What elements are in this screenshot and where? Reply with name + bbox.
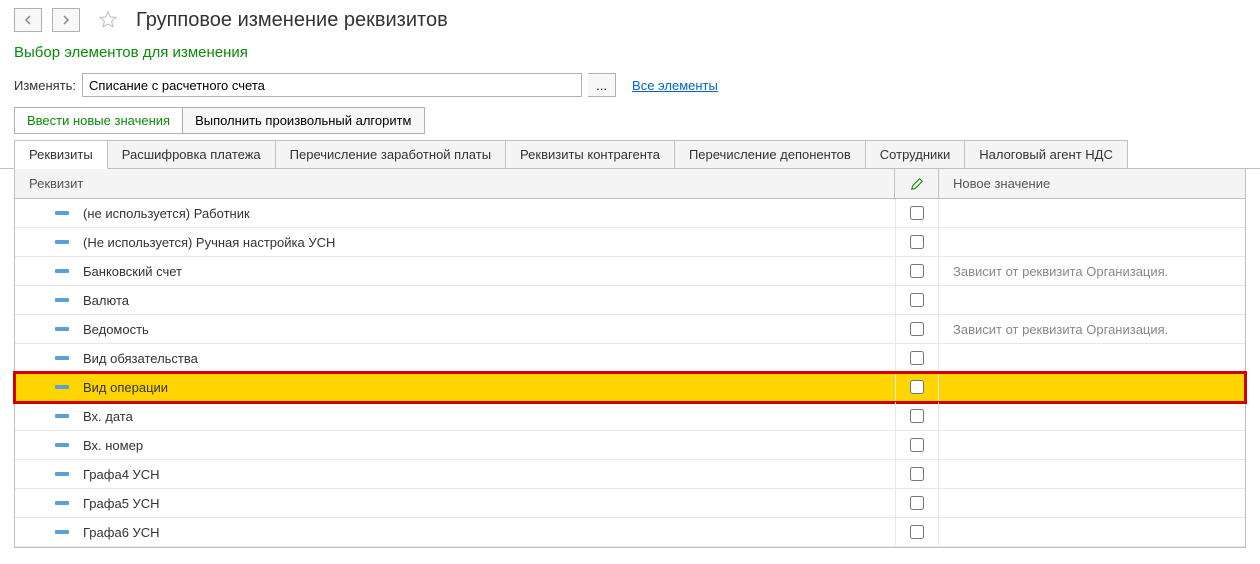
table-row[interactable]: (не используется) Работник xyxy=(15,199,1245,228)
table-row[interactable]: Графа4 УСН xyxy=(15,460,1245,489)
mode-run-algorithm-button[interactable]: Выполнить произвольный алгоритм xyxy=(182,107,424,134)
table-row[interactable]: (Не используется) Ручная настройка УСН xyxy=(15,228,1245,257)
row-label: Графа5 УСН xyxy=(83,496,160,511)
table-row[interactable]: Вх. номер xyxy=(15,431,1245,460)
row-checkbox[interactable] xyxy=(910,525,924,539)
all-elements-link[interactable]: Все элементы xyxy=(632,78,718,93)
row-checkbox[interactable] xyxy=(910,235,924,249)
row-marker-icon xyxy=(55,472,69,476)
table-row[interactable]: Графа6 УСН xyxy=(15,518,1245,547)
tab-6[interactable]: Налоговый агент НДС xyxy=(964,140,1128,168)
row-checkbox[interactable] xyxy=(910,322,924,336)
row-label: Вх. дата xyxy=(83,409,133,424)
page-title: Групповое изменение реквизитов xyxy=(136,9,448,32)
row-marker-icon xyxy=(55,414,69,418)
requisites-table: Реквизит Новое значение (не используется… xyxy=(14,169,1246,548)
row-label: Банковский счет xyxy=(83,264,182,279)
tab-0[interactable]: Реквизиты xyxy=(14,140,108,169)
row-label: (Не используется) Ручная настройка УСН xyxy=(83,235,335,250)
favorite-star-icon[interactable] xyxy=(98,10,118,30)
change-target-lookup-button[interactable]: ... xyxy=(588,73,616,97)
column-new-value: Новое значение xyxy=(939,169,1245,198)
row-label: Графа4 УСН xyxy=(83,467,160,482)
table-header: Реквизит Новое значение xyxy=(15,169,1245,199)
table-row[interactable]: Графа5 УСН xyxy=(15,489,1245,518)
table-row[interactable]: Вх. дата xyxy=(15,402,1245,431)
section-subtitle: Выбор элементов для изменения xyxy=(0,40,1260,69)
row-checkbox[interactable] xyxy=(910,206,924,220)
row-label: Вид обязательства xyxy=(83,351,198,366)
tab-4[interactable]: Перечисление депонентов xyxy=(674,140,866,168)
row-checkbox[interactable] xyxy=(910,264,924,278)
table-row[interactable]: Вид операции xyxy=(15,373,1245,402)
row-marker-icon xyxy=(55,269,69,273)
nav-back-button[interactable] xyxy=(14,8,42,32)
nav-forward-button[interactable] xyxy=(52,8,80,32)
row-checkbox[interactable] xyxy=(910,351,924,365)
row-marker-icon xyxy=(55,443,69,447)
row-label: (не используется) Работник xyxy=(83,206,250,221)
row-marker-icon xyxy=(55,240,69,244)
row-marker-icon xyxy=(55,385,69,389)
row-label: Вх. номер xyxy=(83,438,143,453)
table-row[interactable]: Валюта xyxy=(15,286,1245,315)
row-checkbox[interactable] xyxy=(910,293,924,307)
arrow-left-icon xyxy=(23,15,33,25)
tab-3[interactable]: Реквизиты контрагента xyxy=(505,140,675,168)
row-value: Зависит от реквизита Организация. xyxy=(939,322,1245,337)
change-label: Изменять: xyxy=(14,78,76,93)
row-label: Вид операции xyxy=(83,380,168,395)
row-marker-icon xyxy=(55,327,69,331)
row-checkbox[interactable] xyxy=(910,409,924,423)
column-requisite: Реквизит xyxy=(15,169,895,198)
arrow-right-icon xyxy=(61,15,71,25)
table-row[interactable]: Банковский счет Зависит от реквизита Орга… xyxy=(15,257,1245,286)
tab-bar: РеквизитыРасшифровка платежаПеречисление… xyxy=(0,140,1260,169)
row-checkbox[interactable] xyxy=(910,496,924,510)
row-label: Ведомость xyxy=(83,322,149,337)
change-target-input[interactable] xyxy=(82,73,582,97)
row-marker-icon xyxy=(55,530,69,534)
mode-enter-values-button[interactable]: Ввести новые значения xyxy=(14,107,182,134)
row-label: Графа6 УСН xyxy=(83,525,160,540)
row-checkbox[interactable] xyxy=(910,467,924,481)
pencil-icon xyxy=(910,177,924,191)
tab-2[interactable]: Перечисление заработной платы xyxy=(275,140,506,168)
table-row[interactable]: Ведомость Зависит от реквизита Организаци… xyxy=(15,315,1245,344)
row-marker-icon xyxy=(55,211,69,215)
row-marker-icon xyxy=(55,356,69,360)
tab-5[interactable]: Сотрудники xyxy=(865,140,965,168)
table-row[interactable]: Вид обязательства xyxy=(15,344,1245,373)
row-marker-icon xyxy=(55,501,69,505)
row-marker-icon xyxy=(55,298,69,302)
row-checkbox[interactable] xyxy=(910,380,924,394)
row-value: Зависит от реквизита Организация. xyxy=(939,264,1245,279)
row-label: Валюта xyxy=(83,293,129,308)
tab-1[interactable]: Расшифровка платежа xyxy=(107,140,276,168)
row-checkbox[interactable] xyxy=(910,438,924,452)
column-edit xyxy=(895,169,939,198)
